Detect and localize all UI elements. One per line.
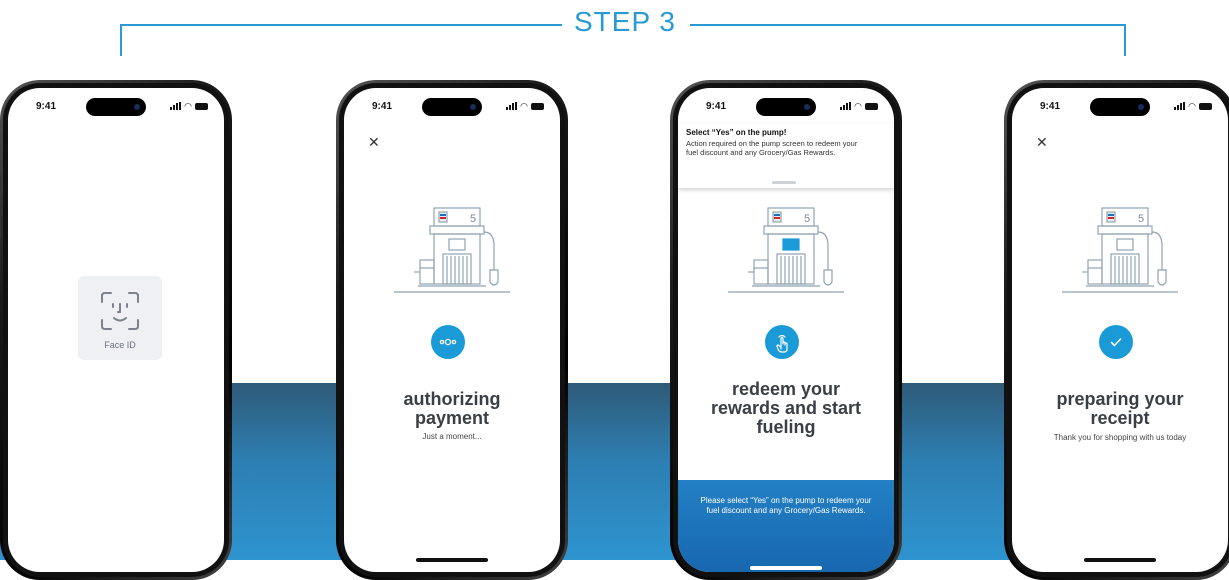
screen-title-line1: redeem your — [731, 379, 841, 399]
fuel-pump-illustration: 5 — [1062, 207, 1178, 293]
status-circle — [431, 325, 465, 359]
battery-icon — [195, 102, 208, 110]
wifi-icon: ◠ — [854, 101, 862, 111]
status-time: 9:41 — [372, 101, 393, 112]
close-icon[interactable]: ✕ — [368, 134, 380, 151]
screen-subtitle: Thank you for shopping with us today — [1053, 433, 1187, 442]
pump-number: 5 — [1138, 213, 1144, 225]
status-icons: ◠ — [1174, 101, 1212, 111]
battery-icon — [865, 102, 878, 110]
notification-body: Action required on the pump screen to re… — [686, 139, 858, 157]
status-icons: ◠ — [840, 101, 878, 111]
home-indicator[interactable] — [416, 558, 488, 562]
close-icon[interactable]: ✕ — [1036, 134, 1048, 151]
fuel-pump-illustration: 5 — [394, 207, 510, 293]
screen-faceid: 9:41 ◠ Face ID — [8, 88, 224, 572]
fuel-pump-illustration: 5 — [728, 207, 844, 293]
screen-receipt: 9:41 ◠ ✕ 5 preparing your receipt Thank … — [1012, 88, 1228, 572]
footer-instruction-text: Please select “Yes” on the pump to redee… — [700, 496, 872, 515]
pump-number: 5 — [470, 213, 476, 225]
instruction-footer: Please select “Yes” on the pump to redee… — [678, 480, 894, 572]
status-bar: 9:41 ◠ — [1012, 88, 1228, 124]
phone-faceid: 9:41 ◠ Face ID — [0, 80, 232, 580]
dynamic-island — [86, 98, 146, 116]
screen-title-line1: authorizing — [403, 389, 501, 409]
status-time: 9:41 — [36, 101, 57, 112]
dynamic-island — [1090, 98, 1150, 116]
screen-subtitle: Just a moment... — [422, 432, 482, 441]
signal-icon — [170, 102, 182, 110]
notification-grabber[interactable] — [772, 181, 796, 184]
status-time: 9:41 — [1040, 101, 1061, 112]
status-circle — [765, 325, 799, 359]
screen-title-line2: receipt — [1090, 408, 1150, 428]
screen-authorizing: 9:41 ◠ ✕ 5 authorizing payment Just a mo… — [344, 88, 560, 572]
status-bar: 9:41 ◠ — [344, 88, 560, 124]
faceid-icon — [101, 292, 139, 330]
screen-title-line1: preparing your — [1056, 389, 1184, 409]
status-circle — [1099, 325, 1133, 359]
step-bracket-right — [690, 24, 1126, 56]
status-bar: 9:41 ◠ — [678, 88, 894, 124]
home-indicator[interactable] — [1084, 558, 1156, 562]
home-indicator[interactable] — [750, 566, 822, 570]
step-label: STEP 3 — [574, 6, 676, 37]
screen-title-line3: fueling — [756, 417, 816, 437]
screen-redeem: 9:41 ◠ Select “Yes” on the pump! Action … — [678, 88, 894, 572]
tap-hand-icon — [776, 335, 788, 353]
dynamic-island — [756, 98, 816, 116]
battery-icon — [1199, 102, 1212, 110]
faceid-prompt[interactable]: Face ID — [78, 276, 162, 360]
checkmark-icon — [1110, 338, 1122, 347]
phone-receipt: 9:41 ◠ ✕ 5 preparing your receipt Thank … — [1004, 80, 1229, 580]
status-bar: 9:41 ◠ — [8, 88, 224, 124]
screen-title-line2: rewards and start — [710, 398, 862, 418]
status-icons: ◠ — [506, 101, 544, 111]
pump-number: 5 — [804, 213, 810, 225]
battery-icon — [531, 102, 544, 110]
notification-title: Select “Yes” on the pump! — [686, 128, 787, 137]
wifi-icon: ◠ — [520, 101, 528, 111]
dots-icon — [439, 338, 457, 346]
faceid-label: Face ID — [104, 340, 136, 350]
wifi-icon: ◠ — [1188, 101, 1196, 111]
signal-icon — [1174, 102, 1186, 110]
dynamic-island — [422, 98, 482, 116]
phone-redeem: 9:41 ◠ Select “Yes” on the pump! Action … — [670, 80, 902, 580]
wifi-icon: ◠ — [184, 101, 192, 111]
signal-icon — [840, 102, 852, 110]
status-time: 9:41 — [706, 101, 727, 112]
phone-authorizing: 9:41 ◠ ✕ 5 authorizing payment Just a mo… — [336, 80, 568, 580]
screen-title-line2: payment — [414, 408, 490, 428]
signal-icon — [506, 102, 518, 110]
step-bracket-left — [120, 24, 562, 56]
pump-notification[interactable]: Select “Yes” on the pump! Action require… — [678, 124, 894, 188]
status-icons: ◠ — [170, 101, 208, 111]
